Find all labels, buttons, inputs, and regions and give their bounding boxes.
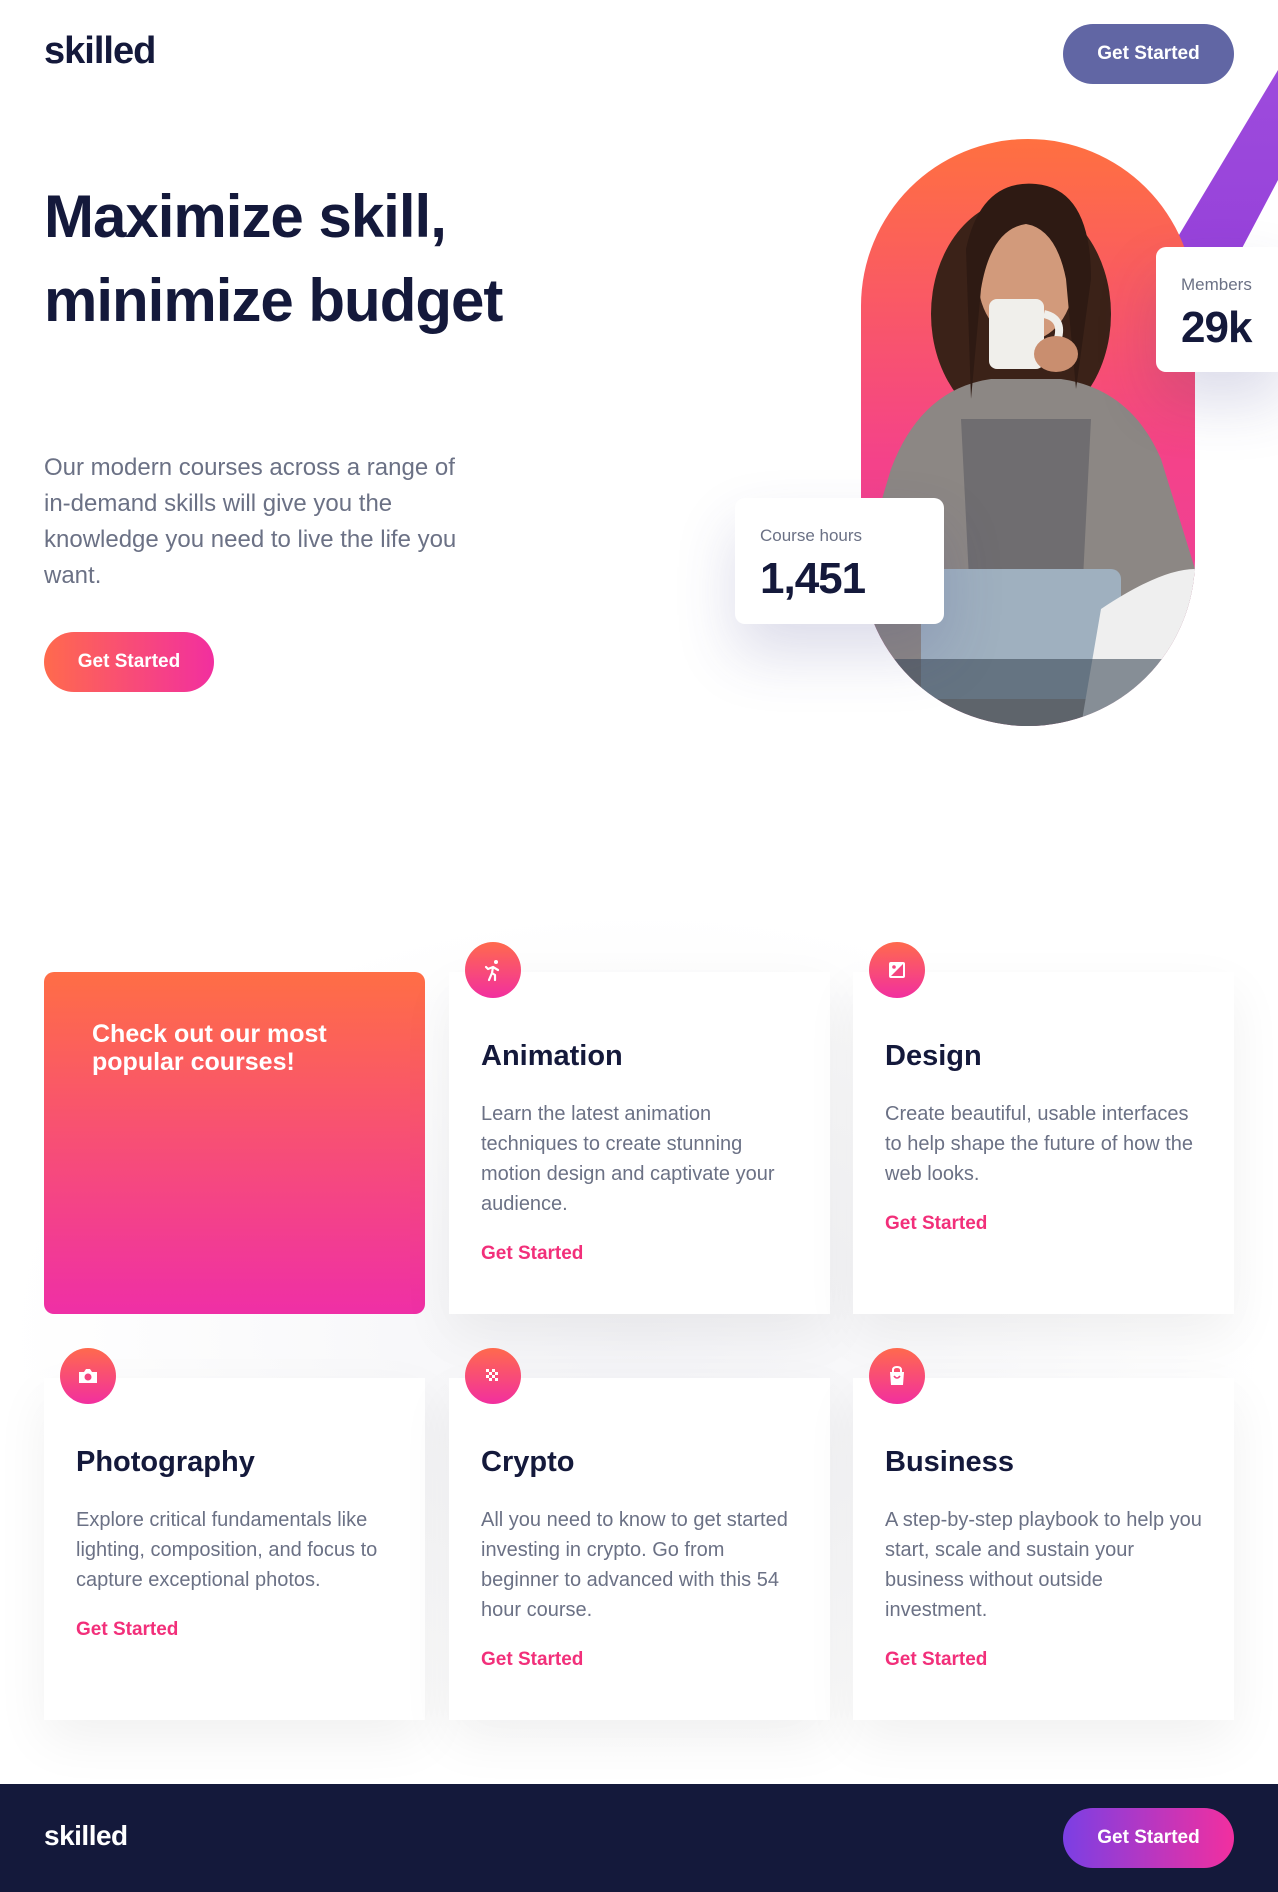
hero-description: Our modern courses across a range of in-… [44, 454, 457, 589]
course-description: All you need to know to get started inve… [481, 1509, 788, 1621]
footer-logo[interactable]: skilled [44, 1820, 128, 1852]
course-description: Explore critical fundamentals like light… [76, 1509, 378, 1591]
crypto-dots-icon [465, 1348, 521, 1404]
course-card-animation: Animation Learn the latest animation tec… [449, 942, 830, 1314]
course-description: A step-by-step playbook to help you star… [885, 1509, 1202, 1621]
course-title: Photography [76, 1446, 255, 1478]
course-hours-label: Course hours [760, 526, 863, 545]
shopping-bag-icon [869, 1348, 925, 1404]
course-description: Create beautiful, usable interfaces to h… [885, 1103, 1193, 1185]
course-description: Learn the latest animation techniques to… [481, 1103, 775, 1215]
course-card-business: Business A step-by-step playbook to help… [853, 1348, 1234, 1720]
hero-visual [700, 70, 1278, 750]
course-get-started-link[interactable]: Get Started [481, 1243, 583, 1265]
course-get-started-link[interactable]: Get Started [885, 1213, 987, 1235]
course-card-crypto: Crypto All you need to know to get start… [449, 1348, 830, 1720]
camera-icon [60, 1348, 116, 1404]
course-card-design: Design Create beautiful, usable interfac… [853, 942, 1234, 1314]
members-value: 29k [1181, 303, 1252, 352]
hero-get-started-button[interactable]: Get Started [44, 632, 214, 692]
hero-photo [861, 139, 1195, 726]
course-get-started-link[interactable]: Get Started [76, 1619, 178, 1641]
footer: skilled Get Started [0, 1784, 1278, 1892]
running-figure-icon [465, 942, 521, 998]
course-hours-stat-card: Course hours 1,451 [735, 498, 944, 624]
image-frame-icon [869, 942, 925, 998]
course-hours-value: 1,451 [760, 554, 866, 603]
hero-title: Maximize skill, minimize budget [44, 183, 503, 334]
course-title: Design [885, 1040, 982, 1072]
members-stat-card: Members 29k [1156, 247, 1278, 372]
course-get-started-link[interactable]: Get Started [481, 1649, 583, 1671]
course-title: Crypto [481, 1446, 575, 1478]
members-label: Members [1181, 275, 1252, 294]
logo[interactable]: skilled [44, 30, 156, 73]
course-title: Animation [481, 1040, 623, 1072]
footer-get-started-button[interactable]: Get Started [1063, 1808, 1234, 1868]
popular-courses-promo: Check out our most popular courses! [44, 972, 425, 1314]
promo-text: Check out our most popular courses! [92, 1020, 327, 1076]
course-title: Business [885, 1446, 1014, 1478]
course-card-photography: Photography Explore critical fundamental… [44, 1348, 425, 1720]
course-get-started-link[interactable]: Get Started [885, 1649, 987, 1671]
